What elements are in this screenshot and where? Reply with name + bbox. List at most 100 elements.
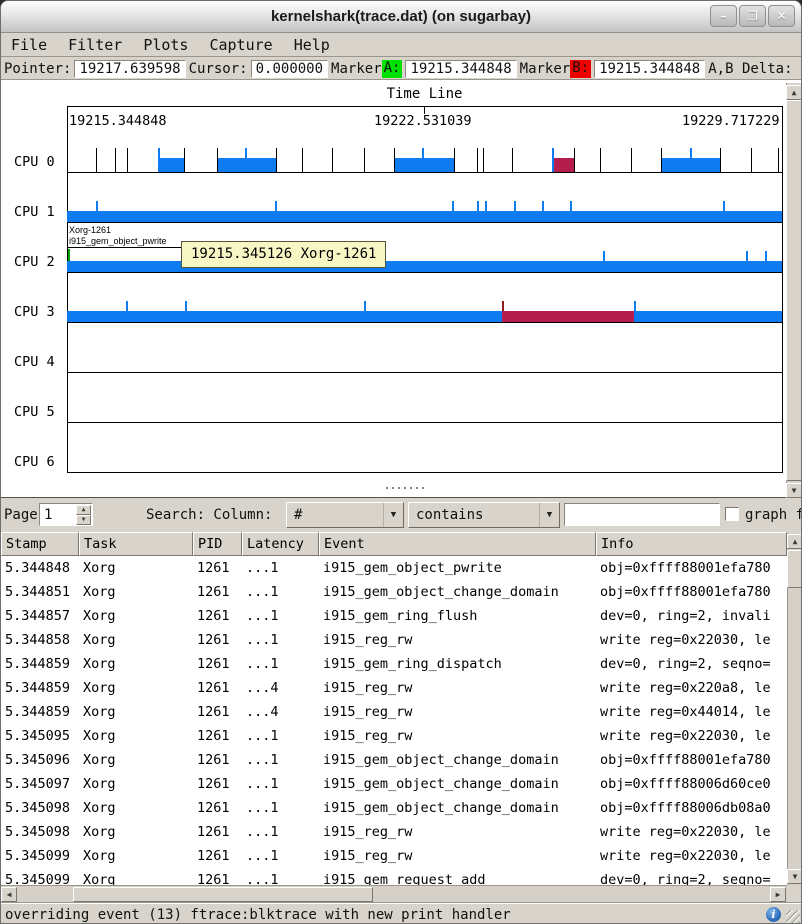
table-hscrollbar[interactable]: ◀ ▶ [1, 885, 787, 902]
page-spinner[interactable]: 1 ▲ ▼ [39, 503, 93, 526]
column-header-info[interactable]: Info [596, 532, 787, 556]
timeline-title: Time Line [67, 86, 782, 102]
cpu-plot-0[interactable] [67, 123, 782, 173]
cell-latency: ...1 [242, 844, 319, 868]
graph-vscroll-thumb[interactable] [786, 100, 802, 481]
cell-info: obj=0xffff88001efa780 [596, 748, 787, 772]
cell-task: Xorg [79, 700, 193, 724]
menu-item-capture[interactable]: Capture [209, 36, 272, 54]
task-bar-blue[interactable] [67, 261, 782, 272]
graph-vscrollbar[interactable]: ▲ ▼ [786, 83, 802, 498]
search-input[interactable] [564, 503, 720, 526]
arrow-left-icon[interactable]: ◀ [1, 887, 17, 902]
cell-task: Xorg [79, 604, 193, 628]
info-icon[interactable]: i [766, 907, 781, 922]
event-tick [184, 148, 185, 172]
task-bar-crimson[interactable] [502, 311, 634, 322]
graph-follows-checkbox[interactable] [725, 507, 739, 521]
menu-item-filter[interactable]: Filter [68, 36, 122, 54]
table-row[interactable]: 5.344857Xorg1261...1i915_gem_ring_flushd… [1, 604, 787, 628]
cell-stamp: 5.345095 [1, 724, 79, 748]
match-select[interactable]: contains ▼ [408, 502, 560, 528]
table-row[interactable]: 5.345098Xorg1261...1i915_gem_object_chan… [1, 796, 787, 820]
event-tick [302, 148, 303, 172]
event-tick [574, 148, 575, 172]
table-row[interactable]: 5.344859Xorg1261...4i915_reg_rwwrite reg… [1, 676, 787, 700]
arrow-up-icon[interactable]: ▲ [786, 85, 802, 100]
cpu-plot-6[interactable] [67, 423, 782, 473]
minimize-button[interactable]: – [710, 5, 737, 27]
column-header-latency[interactable]: Latency [242, 532, 319, 556]
cpu-band-5: CPU 5 [1, 373, 801, 423]
column-select[interactable]: # ▼ [286, 502, 404, 528]
menu-item-plots[interactable]: Plots [143, 36, 188, 54]
cpu-plot-4[interactable] [67, 323, 782, 373]
column-header-task[interactable]: Task [79, 532, 193, 556]
spinner-up-icon[interactable]: ▲ [76, 505, 91, 515]
spinner-down-icon[interactable]: ▼ [76, 515, 91, 525]
menu-item-help[interactable]: Help [294, 36, 330, 54]
task-bar-blue[interactable] [634, 311, 782, 322]
event-tick [394, 148, 395, 172]
window-title: kernelshark(trace.dat) (on sugarbay) [1, 8, 801, 25]
cpu-plot-2[interactable] [67, 223, 782, 273]
cell-stamp: 5.344851 [1, 580, 79, 604]
maximize-button[interactable]: ❐ [739, 5, 766, 27]
event-tick [485, 201, 487, 211]
task-bar-blue[interactable] [67, 311, 502, 322]
title-bar[interactable]: kernelshark(trace.dat) (on sugarbay) – ❐… [1, 1, 801, 33]
task-bar-blue[interactable] [67, 211, 782, 222]
event-tick [570, 201, 572, 211]
table-hscroll-thumb[interactable] [73, 887, 373, 902]
event-tick [631, 148, 632, 172]
marker-a-badge: A: [382, 60, 403, 78]
arrow-down-icon[interactable]: ▼ [786, 483, 802, 498]
cell-task: Xorg [79, 748, 193, 772]
table-row[interactable]: 5.345099Xorg1261...1i915_gem_request_add… [1, 868, 787, 885]
arrow-down-icon[interactable]: ▼ [787, 869, 802, 884]
table-row[interactable]: 5.344851Xorg1261...1i915_gem_object_chan… [1, 580, 787, 604]
column-header-event[interactable]: Event [319, 532, 596, 556]
search-column-label: Search: Column: [146, 507, 272, 523]
cell-event: i915_gem_ring_flush [319, 604, 596, 628]
task-bar-blue[interactable] [158, 158, 184, 172]
table-vscrollbar[interactable]: ▲ ▼ [787, 533, 802, 885]
arrow-up-icon[interactable]: ▲ [787, 534, 802, 549]
cell-latency: ...1 [242, 820, 319, 844]
table-row[interactable]: 5.344848Xorg1261...1i915_gem_object_pwri… [1, 556, 787, 580]
cell-stamp: 5.344859 [1, 652, 79, 676]
close-button[interactable]: ✕ [768, 5, 795, 27]
cell-stamp: 5.345097 [1, 772, 79, 796]
cpu-band-1: CPU 1 [1, 173, 801, 223]
cpu-plot-5[interactable] [67, 373, 782, 423]
resize-grip[interactable] [786, 910, 800, 924]
task-bar-crimson[interactable] [552, 158, 573, 172]
cpu2-event-label: i915_gem_object_pwrite [69, 236, 167, 247]
arrow-right-icon[interactable]: ▶ [770, 887, 786, 902]
event-tick [452, 201, 454, 211]
table-row[interactable]: 5.345098Xorg1261...1i915_reg_rwwrite reg… [1, 820, 787, 844]
table-row[interactable]: 5.345095Xorg1261...1i915_reg_rwwrite reg… [1, 724, 787, 748]
event-tick [96, 148, 97, 172]
marker-a-label: Marker [331, 61, 382, 77]
table-row[interactable]: 5.344859Xorg1261...4i915_reg_rwwrite reg… [1, 700, 787, 724]
column-header-pid[interactable]: PID [193, 532, 242, 556]
table-row[interactable]: 5.345099Xorg1261...1i915_reg_rwwrite reg… [1, 844, 787, 868]
menu-item-file[interactable]: File [11, 36, 47, 54]
cpu-plot-1[interactable] [67, 173, 782, 223]
cell-pid: 1261 [193, 796, 242, 820]
cell-pid: 1261 [193, 676, 242, 700]
splitter-handle-icon[interactable] [386, 487, 430, 490]
table-row[interactable]: 5.345096Xorg1261...1i915_gem_object_chan… [1, 748, 787, 772]
column-header-stamp[interactable]: Stamp [1, 532, 79, 556]
timeline-graph-panel[interactable]: Time Line 19215.344848 19222.531039 1922… [1, 80, 801, 498]
table-row[interactable]: 5.344858Xorg1261...1i915_reg_rwwrite reg… [1, 628, 787, 652]
table-vscroll-thumb[interactable] [787, 550, 802, 588]
table-row[interactable]: 5.344859Xorg1261...1i915_gem_ring_dispat… [1, 652, 787, 676]
cell-info: dev=0, ring=2, seqno= [596, 652, 787, 676]
event-tick [68, 249, 70, 261]
cpu-label: CPU 0 [14, 154, 55, 170]
cpu-plot-3[interactable] [67, 273, 782, 323]
event-table-body: 5.344848Xorg1261...1i915_gem_object_pwri… [1, 556, 787, 885]
table-row[interactable]: 5.345097Xorg1261...1i915_gem_object_chan… [1, 772, 787, 796]
